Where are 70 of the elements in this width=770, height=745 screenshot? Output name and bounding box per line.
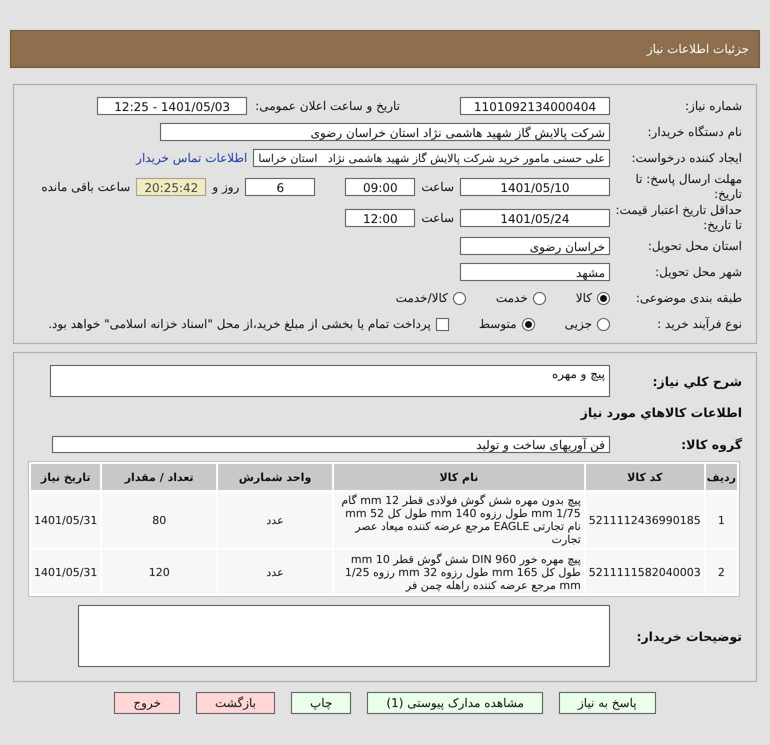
column-header: ردیف [706,464,737,490]
field-label: شرح کلي نياز: [652,374,742,388]
table-cell: 2 [706,550,737,594]
field-label: شماره نیاز: [684,99,742,113]
radio-label: کالا/خدمت [396,291,448,305]
input-field[interactable]: مشهد [460,263,610,281]
field-label: ساعت [421,180,454,194]
table-cell: عدد [218,492,332,548]
field-label: روز و [212,180,240,194]
radio-label: خدمت [496,291,528,305]
checkbox-label: پرداخت تمام یا بخشی از مبلغ خرید،از محل "اسناد خزانه اسلامی" خواهد بود. [48,317,431,331]
field-label: ایجاد کننده درخواست: [630,151,742,165]
column-header: تعداد / مقدار [102,464,216,490]
description-field[interactable]: پیچ و مهره [50,365,610,397]
field-label: ساعت باقی مانده [41,180,130,194]
date-field[interactable]: 1401/05/24 [460,208,610,226]
time-field[interactable]: 09:00 [345,178,416,196]
input-field[interactable]: خراسان رضوی [460,237,610,255]
input-field[interactable]: فن آوریهای ساخت و تولید [52,436,610,453]
table-cell: 80 [102,492,216,548]
countdown-field: 20:25:42 [136,178,206,196]
action-button[interactable]: خروج [114,692,180,714]
field-label: حداقل تاریخ اعتبار قیمت: تا تاریخ: [614,202,742,232]
field-label: گروه کالا: [680,437,742,452]
radio-label: متوسط [478,317,517,331]
table-cell: 5211111582040003 [586,550,704,594]
column-header: نام کالا [334,464,584,490]
column-header: واحد شمارش [218,464,332,490]
field-label: طبقه بندی موضوعی: [634,291,742,305]
column-header: تاریخ نیاز [31,464,100,490]
date-field[interactable]: 1401/05/10 [460,178,610,196]
time-field[interactable]: 12:00 [345,208,416,226]
radio-button[interactable] [452,292,466,304]
field-label: تاریخ و ساعت اعلان عمومی: [255,99,400,113]
field-label: مهلت ارسال پاسخ: تا تاریخ: [634,172,742,202]
input-field[interactable]: شرکت پالایش گاز شهید هاشمی نژاد استان خراسان رضوی [160,123,610,141]
table-cell: پیچ بدون مهره شش گوش فولادی قطر 12 mm گام 1/75 mm طول رزوه 140 mm طول کل 52 mm نام تجارتی EAGLE مرجع عرضه کننده میعاد عصر تجارت [334,492,584,548]
field-label: استان محل تحویل: [646,239,742,253]
radio-button[interactable] [597,318,610,330]
action-button[interactable]: چاپ [291,692,352,714]
field-label: ساعت [421,210,454,224]
input-field[interactable]: علی حسنی مامور خرید شرکت پالایش گاز شهید هاشمی نژاد استان خراسا [253,149,610,167]
table-cell: عدد [218,550,332,594]
radio-button[interactable] [532,292,546,304]
action-button[interactable]: پاسخ به نیاز [558,692,656,714]
column-header: کد کالا [586,464,704,490]
field-label: توضیحات خریدار: [635,628,742,644]
notes-field[interactable] [78,605,610,667]
days-field[interactable]: 6 [245,178,316,196]
table-cell: 5211112436990185 [586,492,704,548]
page-title: جزئیات اطلاعات نیاز [646,42,749,56]
table-cell: 1 [706,492,737,548]
field-label: نوع فرآیند خرید : [656,317,742,331]
radio-label: کالا [576,291,592,305]
input-field[interactable]: 1401/05/03 - 12:25 [97,97,248,115]
action-button[interactable]: مشاهده مدارک پیوستی (1) [367,692,543,714]
table-cell: 1401/05/31 [31,492,100,548]
field-label: شهر محل تحویل: [654,265,742,279]
contact-link[interactable]: اطلاعات تماس خریدار [136,151,248,165]
radio-button[interactable] [522,318,535,330]
action-button[interactable]: بازگشت [196,692,275,714]
input-field[interactable]: 1101092134000404 [460,97,610,115]
field-label: نام دستگاه خریدار: [646,125,742,139]
table-cell: 120 [102,550,216,594]
radio-label: جزیی [564,317,592,331]
table-cell: 1401/05/31 [31,550,100,594]
radio-button[interactable] [597,292,610,304]
section-title: اطلاعات کالاهاي مورد نياز [579,405,742,420]
table-cell: پیچ مهره خور DIN 960 شش گوش قطر 10 mm طول کل 165 mm طول رزوه 32 mm رزوه 1/25 mm مرجع عرضه کننده راهله چمن فر [334,550,584,594]
checkbox[interactable] [436,318,449,330]
